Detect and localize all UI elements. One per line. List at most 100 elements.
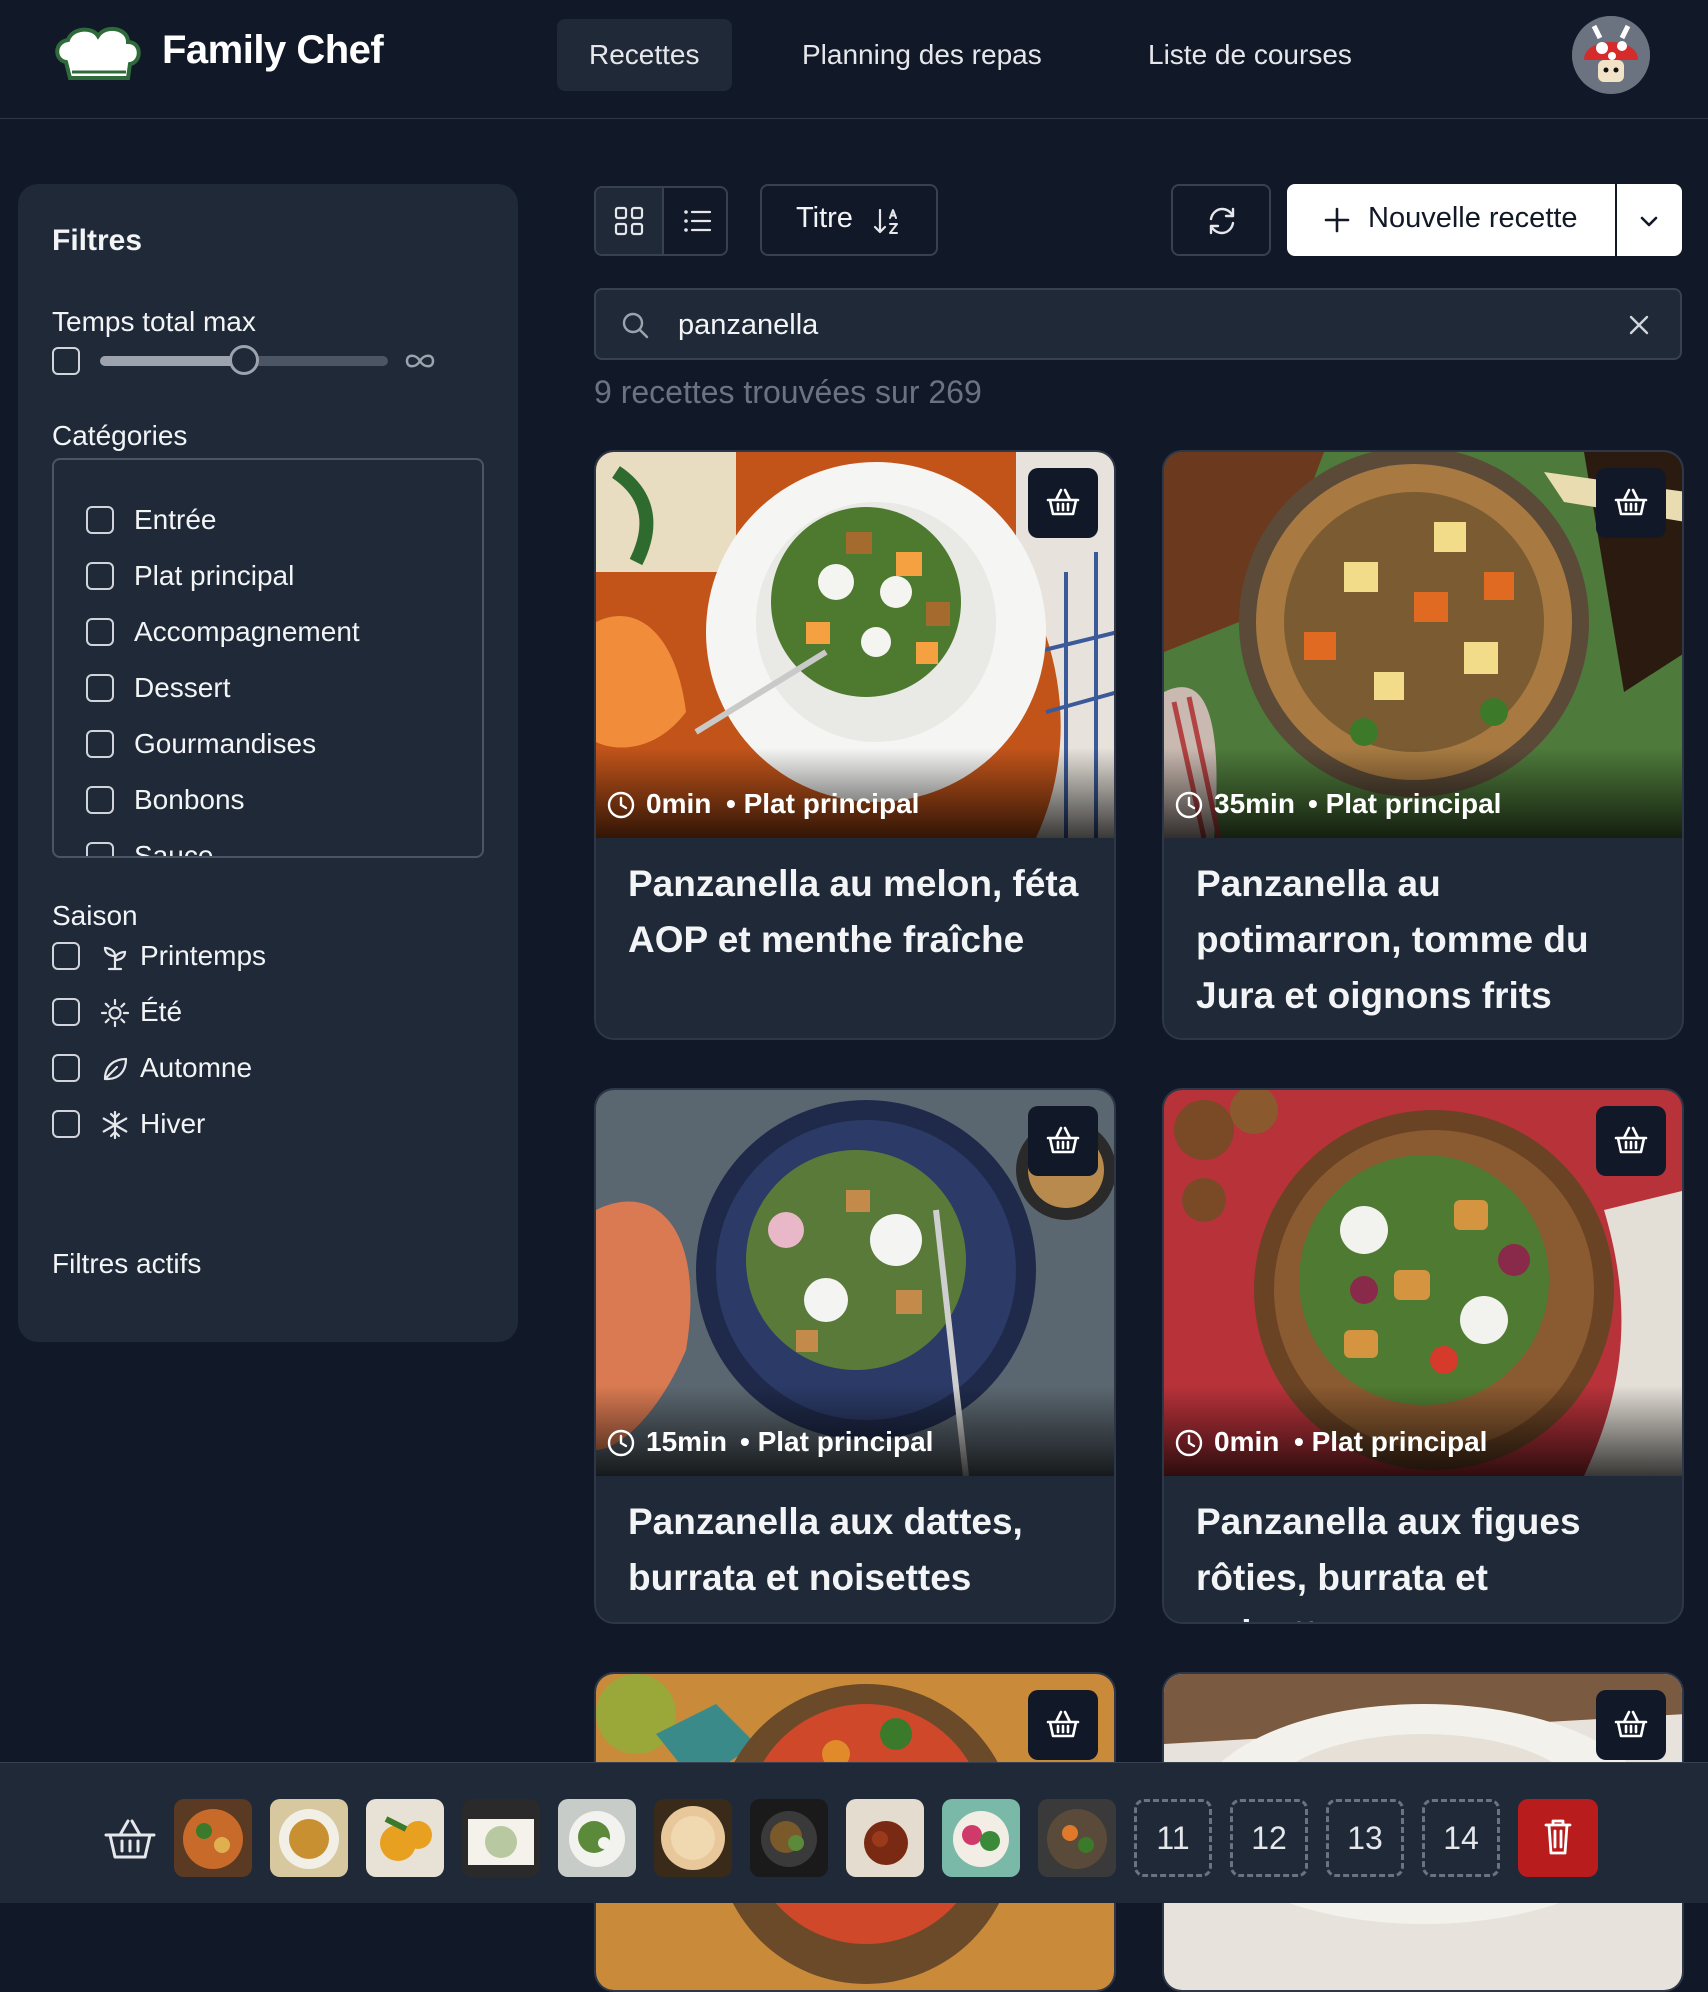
active-filters-label: Filtres actifs (52, 1248, 202, 1279)
category-label: Entrée (134, 504, 217, 535)
meal-thumbnail[interactable] (654, 1799, 732, 1877)
grid-view-button[interactable] (596, 188, 662, 254)
mushroom-avatar-icon (1572, 16, 1650, 94)
recipe-category-text: Plat principal (1311, 1426, 1488, 1457)
recipe-category: • Plat principal (1308, 788, 1502, 819)
time-filter-label: Temps total max (52, 306, 256, 337)
results-count: 9 recettes trouvées sur 269 (594, 374, 982, 410)
season-name: Été (140, 996, 183, 1027)
infinity-icon (405, 354, 435, 368)
recipe-card[interactable]: 0min • Plat principal Panzanella aux fig… (1162, 1088, 1684, 1624)
clock-icon (607, 1429, 635, 1457)
empty-meal-slot[interactable]: 12 (1230, 1799, 1308, 1877)
season-checkbox[interactable] (52, 998, 80, 1026)
basket-icon (1046, 1710, 1080, 1738)
add-to-basket-button[interactable] (1596, 468, 1666, 538)
filters-sidebar: Filtres Temps total max Catégories Entré… (18, 184, 518, 1342)
basket-icon (1614, 1126, 1648, 1154)
add-to-basket-button[interactable] (1596, 1690, 1666, 1760)
clear-search-icon[interactable] (1626, 312, 1652, 338)
nav-recettes[interactable]: Recettes (557, 19, 732, 91)
meal-thumbnail[interactable] (558, 1799, 636, 1877)
meal-thumbnail[interactable] (462, 1799, 540, 1877)
meal-thumbnail[interactable] (942, 1799, 1020, 1877)
recipe-title[interactable]: Panzanella au potimarron, tomme du Jura … (1196, 856, 1656, 1024)
search-input[interactable] (676, 304, 1580, 346)
meal-thumbnail[interactable] (1038, 1799, 1116, 1877)
season-checkbox[interactable] (52, 1110, 80, 1138)
top-header: Family Chef Recettes Planning des repas … (0, 0, 1708, 119)
category-label: Bonbons (134, 784, 245, 815)
season-checkbox[interactable] (52, 1054, 80, 1082)
search-bar (594, 288, 1682, 360)
new-recipe-dropdown-button[interactable] (1617, 184, 1682, 256)
leaf-icon (103, 1057, 128, 1081)
category-checkbox[interactable] (86, 842, 114, 856)
season-checkbox[interactable] (52, 942, 80, 970)
time-slider[interactable] (100, 345, 388, 375)
recipe-time: 0min (646, 788, 712, 819)
empty-meal-slot[interactable]: 13 (1326, 1799, 1404, 1877)
refresh-icon (1209, 207, 1235, 235)
empty-meal-slot[interactable]: 11 (1134, 1799, 1212, 1877)
recipe-card[interactable]: 0min • Plat principal Panzanella au melo… (594, 450, 1116, 1040)
recipe-title[interactable]: Panzanella aux dattes, burrata et noiset… (628, 1494, 1088, 1606)
recipe-category: • Plat principal (726, 788, 920, 819)
view-mode-toggle[interactable] (594, 186, 728, 256)
sort-button[interactable]: Titre (760, 184, 938, 256)
meal-thumbnail[interactable] (750, 1799, 828, 1877)
add-to-basket-button[interactable] (1028, 1106, 1098, 1176)
recipe-title[interactable]: Panzanella au melon, féta AOP et menthe … (628, 856, 1088, 968)
clear-meals-button[interactable] (1518, 1799, 1598, 1877)
meal-thumbnail[interactable] (846, 1799, 924, 1877)
categories-label: Catégories (52, 420, 188, 451)
clock-icon (1175, 791, 1203, 819)
basket-icon (1046, 488, 1080, 516)
category-label: Sauce (134, 840, 214, 858)
recipe-category-text: Plat principal (743, 788, 920, 819)
category-label: Dessert (134, 672, 231, 703)
chef-hat-logo-icon (55, 26, 141, 80)
time-filter-checkbox[interactable] (52, 347, 80, 375)
trash-icon (1544, 1819, 1572, 1855)
category-label: Gourmandises (134, 728, 317, 759)
category-checkbox[interactable] (86, 506, 114, 534)
add-to-basket-button[interactable] (1028, 468, 1098, 538)
recipe-category: • Plat principal (1294, 1426, 1488, 1457)
recipe-category-text: Plat principal (1325, 788, 1502, 819)
search-icon (622, 312, 649, 339)
meal-thumbnail[interactable] (366, 1799, 444, 1877)
category-checkbox[interactable] (86, 562, 114, 590)
category-checkbox[interactable] (86, 674, 114, 702)
filters-title: Filtres (52, 224, 143, 257)
meal-thumbnail[interactable] (270, 1799, 348, 1877)
list-view-button[interactable] (664, 188, 726, 254)
categories-list[interactable]: Entrée Plat principal Accompagnement Des… (52, 458, 484, 858)
recipe-category-text: Plat principal (757, 1426, 934, 1457)
basket-icon[interactable] (102, 1813, 158, 1865)
app-title[interactable]: Family Chef (162, 28, 384, 73)
add-to-basket-button[interactable] (1028, 1690, 1098, 1760)
refresh-button[interactable] (1171, 184, 1271, 256)
chevron-down-icon (1640, 216, 1658, 227)
new-recipe-button[interactable]: Nouvelle recette (1287, 184, 1615, 256)
recipe-time: 0min (1214, 1426, 1280, 1457)
plus-icon (1324, 207, 1350, 233)
recipe-time: 15min (646, 1426, 727, 1457)
recipe-card[interactable]: 35min • Plat principal Panzanella au pot… (1162, 450, 1684, 1040)
category-checkbox[interactable] (86, 730, 114, 758)
add-to-basket-button[interactable] (1596, 1106, 1666, 1176)
recipe-card[interactable]: 15min • Plat principal Panzanella aux da… (594, 1088, 1116, 1624)
recipe-title[interactable]: Panzanella aux figues rôties, burrata et… (1196, 1494, 1656, 1622)
empty-meal-slot[interactable]: 14 (1422, 1799, 1500, 1877)
nav-courses[interactable]: Liste de courses (1116, 19, 1384, 91)
season-name: Automne (140, 1052, 253, 1083)
new-recipe-label: Nouvelle recette (1368, 202, 1578, 234)
user-avatar[interactable] (1572, 16, 1650, 94)
category-checkbox[interactable] (86, 618, 114, 646)
nav-planning[interactable]: Planning des repas (770, 19, 1074, 91)
meal-thumbnail[interactable] (174, 1799, 252, 1877)
category-checkbox[interactable] (86, 786, 114, 814)
time-slider-fill (100, 356, 244, 366)
time-slider-thumb[interactable] (229, 345, 259, 375)
